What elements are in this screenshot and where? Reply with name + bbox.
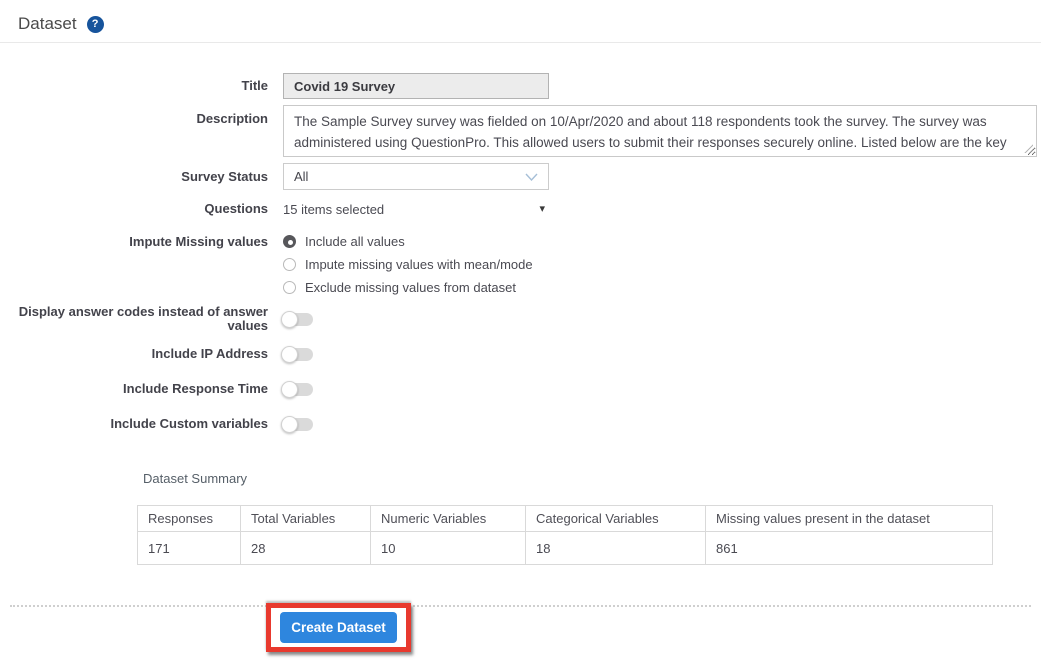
display-answer-codes-toggle[interactable] bbox=[281, 310, 313, 328]
column-header-numeric-variables: Numeric Variables bbox=[370, 505, 526, 532]
description-row: Description The Sample Survey survey was… bbox=[0, 105, 1041, 157]
impute-label: Impute Missing values bbox=[129, 234, 268, 249]
questions-row: Questions 15 items selected ▾ bbox=[0, 200, 1041, 218]
include-custom-variables-label: Include Custom variables bbox=[110, 416, 269, 431]
caret-down-icon: ▾ bbox=[539, 202, 545, 215]
numeric-variables-value: 10 bbox=[370, 531, 526, 565]
description-textarea[interactable]: The Sample Survey survey was fielded on … bbox=[283, 105, 1037, 157]
column-header-categorical-variables: Categorical Variables bbox=[525, 505, 706, 532]
toggle-knob bbox=[281, 415, 298, 433]
impute-radio-group: Include all values Impute missing values… bbox=[283, 230, 533, 299]
display-answer-codes-row: Display answer codes instead of answer v… bbox=[0, 305, 1041, 333]
dataset-summary-section: Dataset Summary Responses Total Variable… bbox=[0, 471, 1041, 565]
toggle-knob bbox=[281, 380, 298, 398]
total-variables-value: 28 bbox=[240, 531, 371, 565]
include-custom-variables-row: Include Custom variables bbox=[0, 415, 1041, 433]
include-ip-address-label: Include IP Address bbox=[151, 346, 268, 361]
page-header: Dataset ? bbox=[0, 0, 1041, 34]
annotation-highlight-box: Create Dataset bbox=[266, 603, 411, 652]
help-icon[interactable]: ? bbox=[86, 15, 104, 33]
chevron-down-icon bbox=[525, 173, 538, 181]
radio-unselected-icon bbox=[283, 281, 296, 294]
include-response-time-row: Include Response Time bbox=[0, 380, 1041, 398]
dataset-summary-heading: Dataset Summary bbox=[143, 471, 248, 486]
dataset-summary-table: Responses Total Variables Numeric Variab… bbox=[137, 505, 993, 565]
header-divider bbox=[0, 42, 1041, 43]
title-label: Title bbox=[241, 78, 269, 93]
title-input[interactable] bbox=[283, 73, 549, 99]
dataset-form: Title Description The Sample Survey surv… bbox=[0, 73, 1041, 433]
column-header-responses: Responses bbox=[137, 505, 241, 532]
toggle-knob bbox=[281, 310, 298, 328]
display-answer-codes-label: Display answer codes instead of answer v… bbox=[18, 304, 268, 333]
impute-row: Impute Missing values Include all values… bbox=[0, 230, 1041, 299]
table-header-row: Responses Total Variables Numeric Variab… bbox=[137, 505, 993, 532]
radio-option-impute-mean-mode[interactable]: Impute missing values with mean/mode bbox=[283, 253, 533, 276]
responses-value: 171 bbox=[137, 531, 241, 565]
questions-multiselect[interactable]: 15 items selected ▾ bbox=[283, 202, 545, 217]
radio-option-label: Include all values bbox=[305, 234, 405, 249]
survey-status-row: Survey Status All bbox=[0, 163, 1041, 190]
description-label: Description bbox=[196, 111, 268, 126]
radio-selected-icon bbox=[283, 235, 296, 248]
categorical-variables-value: 18 bbox=[525, 531, 706, 565]
column-header-missing-values: Missing values present in the dataset bbox=[705, 505, 993, 532]
include-custom-variables-toggle[interactable] bbox=[281, 415, 313, 433]
survey-status-label: Survey Status bbox=[181, 168, 268, 184]
include-response-time-label: Include Response Time bbox=[123, 381, 268, 396]
radio-option-include-all[interactable]: Include all values bbox=[283, 230, 533, 253]
page-title: Dataset bbox=[18, 14, 77, 33]
survey-status-value: All bbox=[294, 169, 309, 184]
include-ip-address-toggle[interactable] bbox=[281, 345, 313, 363]
survey-status-select[interactable]: All bbox=[283, 163, 549, 190]
radio-option-label: Exclude missing values from dataset bbox=[305, 280, 516, 295]
include-response-time-toggle[interactable] bbox=[281, 380, 313, 398]
radio-unselected-icon bbox=[283, 258, 296, 271]
radio-option-label: Impute missing values with mean/mode bbox=[305, 257, 533, 272]
toggle-knob bbox=[281, 345, 298, 363]
create-dataset-button[interactable]: Create Dataset bbox=[280, 612, 397, 643]
column-header-total-variables: Total Variables bbox=[240, 505, 371, 532]
title-row: Title bbox=[0, 73, 1041, 99]
footer-divider bbox=[10, 605, 1031, 607]
radio-option-exclude-missing[interactable]: Exclude missing values from dataset bbox=[283, 276, 533, 299]
missing-values-value: 861 bbox=[705, 531, 993, 565]
questions-selected-count: 15 items selected bbox=[283, 201, 385, 217]
include-ip-address-row: Include IP Address bbox=[0, 345, 1041, 363]
questions-label: Questions bbox=[204, 201, 268, 216]
table-row: 171 28 10 18 861 bbox=[137, 531, 993, 565]
